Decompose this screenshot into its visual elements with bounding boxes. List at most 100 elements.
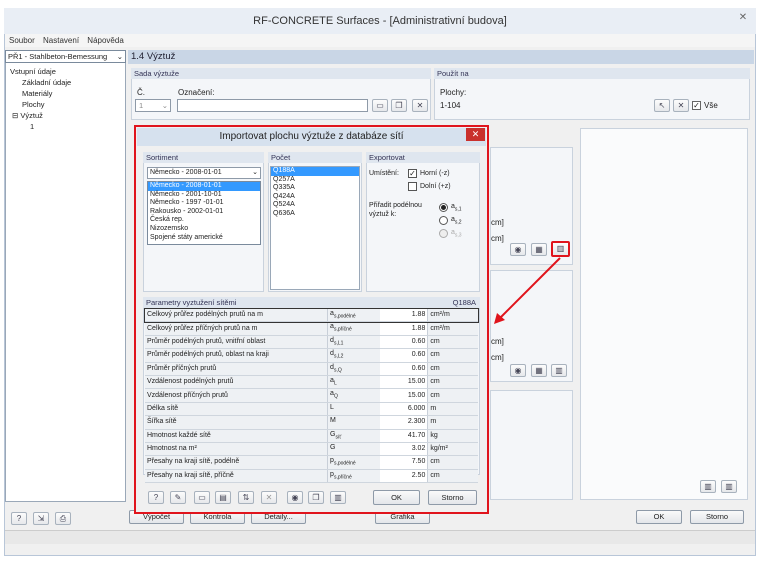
param-value: 0.60 bbox=[379, 362, 429, 376]
param-symbol: ds,L1 bbox=[327, 335, 380, 350]
param-symbol: L bbox=[327, 402, 380, 417]
eye-icon[interactable]: ◉ bbox=[287, 491, 303, 504]
chevron-down-icon: ⌄ bbox=[252, 169, 258, 176]
param-value: 2.300 bbox=[379, 415, 429, 430]
param-name: Délka sítě bbox=[145, 402, 329, 417]
param-row[interactable]: Průměr podélných prutů, oblast na kraji d… bbox=[145, 348, 478, 363]
param-row[interactable]: Šířka sítě M 2.300 m bbox=[145, 415, 478, 430]
param-name: Průměr podélných prutů, oblast na kraji bbox=[145, 348, 329, 363]
param-value: 15.00 bbox=[379, 388, 429, 403]
dialog-cancel-button[interactable]: Storno bbox=[428, 490, 477, 505]
param-unit: m bbox=[427, 415, 478, 430]
param-name: Celkový průřez příčných prutů na m bbox=[145, 321, 329, 336]
param-row[interactable]: Celkový průřez podélných prutů na m as,po… bbox=[144, 308, 479, 323]
param-unit: m bbox=[427, 402, 478, 417]
param-row[interactable]: Přesahy na kraji sítě, příčně ps,příčné 2.… bbox=[145, 469, 478, 484]
param-value: 7.50 bbox=[379, 455, 429, 470]
as1-radio[interactable] bbox=[439, 203, 448, 212]
assortment-option[interactable]: Německo - 1997 -01-01 bbox=[148, 199, 260, 208]
params-mesh-name: Q188A bbox=[452, 298, 476, 307]
param-symbol: G bbox=[327, 442, 380, 457]
print-icon[interactable]: ⎙ bbox=[55, 512, 71, 525]
mesh-item[interactable]: Q257A bbox=[271, 176, 359, 185]
edit-icon[interactable]: ✎ bbox=[170, 491, 186, 504]
param-name: Celkový průřez podélných prutů na m bbox=[145, 309, 329, 323]
param-value: 0.60 bbox=[379, 335, 429, 350]
param-row[interactable]: Vzdálenost příčných prutů aQ 15.00 cm bbox=[145, 388, 478, 403]
param-name: Šířka sítě bbox=[145, 415, 329, 430]
param-symbol: M bbox=[327, 415, 380, 430]
param-symbol: as,podélné bbox=[327, 309, 380, 323]
help-icon[interactable]: ? bbox=[148, 491, 164, 504]
params-header: Parametry vyztužení sítěmi Q188A bbox=[143, 297, 480, 308]
export-icon[interactable]: ⇲ bbox=[33, 512, 49, 525]
params-table: Celkový průřez podélných prutů na m as,po… bbox=[144, 308, 479, 484]
param-unit: kg bbox=[427, 429, 478, 443]
dialog-close-icon[interactable]: ✕ bbox=[466, 128, 485, 141]
param-row[interactable]: Vzdálenost podélných prutů aL 15.00 cm bbox=[145, 375, 478, 390]
assortment-dropdown: Německo - 2008-01-01 Německo - 2001-10-0… bbox=[147, 181, 261, 245]
count-header: Počet bbox=[268, 152, 362, 163]
param-unit: cm bbox=[427, 388, 478, 403]
param-unit: cm bbox=[427, 348, 478, 363]
param-row[interactable]: Hmotnost každé sítě Gsíť 41.70 kg bbox=[145, 429, 478, 443]
param-symbol: ds,Q bbox=[327, 362, 380, 376]
mesh-item[interactable]: Q524A bbox=[271, 201, 359, 210]
mesh-item[interactable]: Q424A bbox=[271, 193, 359, 202]
assortment-option[interactable]: Německo - 2001-10-01 bbox=[148, 191, 260, 200]
assign-label: Přiřadit podélnou výztuž k: bbox=[369, 202, 422, 218]
assortment-header: Sortiment bbox=[143, 152, 264, 163]
assortment-option[interactable]: Německo - 2008-01-01 bbox=[148, 182, 260, 191]
param-symbol: ps,příčné bbox=[327, 469, 380, 484]
param-row[interactable]: Přesahy na kraji sítě, podélně ps,podélné… bbox=[145, 455, 478, 470]
ok-button[interactable]: OK bbox=[636, 510, 682, 524]
param-symbol: aL bbox=[327, 375, 380, 390]
param-unit: cm bbox=[427, 362, 478, 376]
mesh-item[interactable]: Q188A bbox=[271, 167, 359, 176]
copy-icon[interactable]: ❐ bbox=[308, 491, 324, 504]
param-row[interactable]: Délka sítě L 6.000 m bbox=[145, 402, 478, 417]
assortment-option[interactable]: Spojené státy americké bbox=[148, 234, 260, 243]
as3-radio[interactable] bbox=[439, 229, 448, 238]
param-row[interactable]: Hmotnost na m² G 3.02 kg/m² bbox=[145, 442, 478, 457]
param-name: Průměr příčných prutů bbox=[145, 362, 329, 376]
status-bar bbox=[5, 530, 755, 544]
param-value: 1.88 bbox=[379, 309, 429, 323]
assortment-value: Německo - 2008-01-01 bbox=[150, 169, 222, 176]
param-row[interactable]: Celkový průřez příčných prutů na m as,pří… bbox=[145, 321, 478, 336]
param-unit: kg/m² bbox=[427, 442, 478, 457]
param-row[interactable]: Průměr podélných prutů, vnitřní oblast ds… bbox=[145, 335, 478, 350]
mesh-item[interactable]: Q335A bbox=[271, 184, 359, 193]
book-icon[interactable]: ▥ bbox=[330, 491, 346, 504]
as2-label: as,2 bbox=[451, 216, 462, 226]
cancel-button[interactable]: Storno bbox=[690, 510, 744, 524]
param-unit: cm bbox=[427, 469, 478, 484]
param-name: Přesahy na kraji sítě, podélně bbox=[145, 455, 329, 470]
export-header: Exportovat bbox=[366, 152, 480, 163]
dialog-ok-button[interactable]: OK bbox=[373, 490, 420, 505]
as2-radio[interactable] bbox=[439, 216, 448, 225]
assortment-select[interactable]: Německo - 2008-01-01 ⌄ bbox=[147, 167, 261, 179]
folder-icon[interactable]: ▭ bbox=[194, 491, 210, 504]
placement-label: Umístění: bbox=[369, 170, 399, 177]
sort-icon[interactable]: ⇅ bbox=[238, 491, 254, 504]
params-title: Parametry vyztužení sítěmi bbox=[146, 298, 237, 307]
as1-label: as,1 bbox=[451, 203, 462, 213]
param-row[interactable]: Průměr příčných prutů ds,Q 0.60 cm bbox=[145, 362, 478, 376]
delete-icon[interactable]: ✕ bbox=[261, 491, 277, 504]
param-unit: cm²/m bbox=[427, 321, 478, 336]
bottom-label: Dolní (+z) bbox=[420, 183, 451, 190]
param-unit: cm bbox=[427, 455, 478, 470]
param-name: Průměr podélných prutů, vnitřní oblast bbox=[145, 335, 329, 350]
assortment-option[interactable]: Nizozemsko bbox=[148, 225, 260, 234]
assortment-option[interactable]: Česká rep. bbox=[148, 216, 260, 225]
top-checkbox[interactable]: ✓ bbox=[408, 169, 417, 178]
mesh-item[interactable]: Q636A bbox=[271, 210, 359, 219]
param-value: 2.50 bbox=[379, 469, 429, 484]
param-value: 41.70 bbox=[379, 429, 429, 443]
param-symbol: aQ bbox=[327, 388, 380, 403]
bottom-checkbox[interactable] bbox=[408, 182, 417, 191]
save-icon[interactable]: ▤ bbox=[215, 491, 231, 504]
help-icon[interactable]: ? bbox=[11, 512, 27, 525]
param-value: 3.02 bbox=[379, 442, 429, 457]
